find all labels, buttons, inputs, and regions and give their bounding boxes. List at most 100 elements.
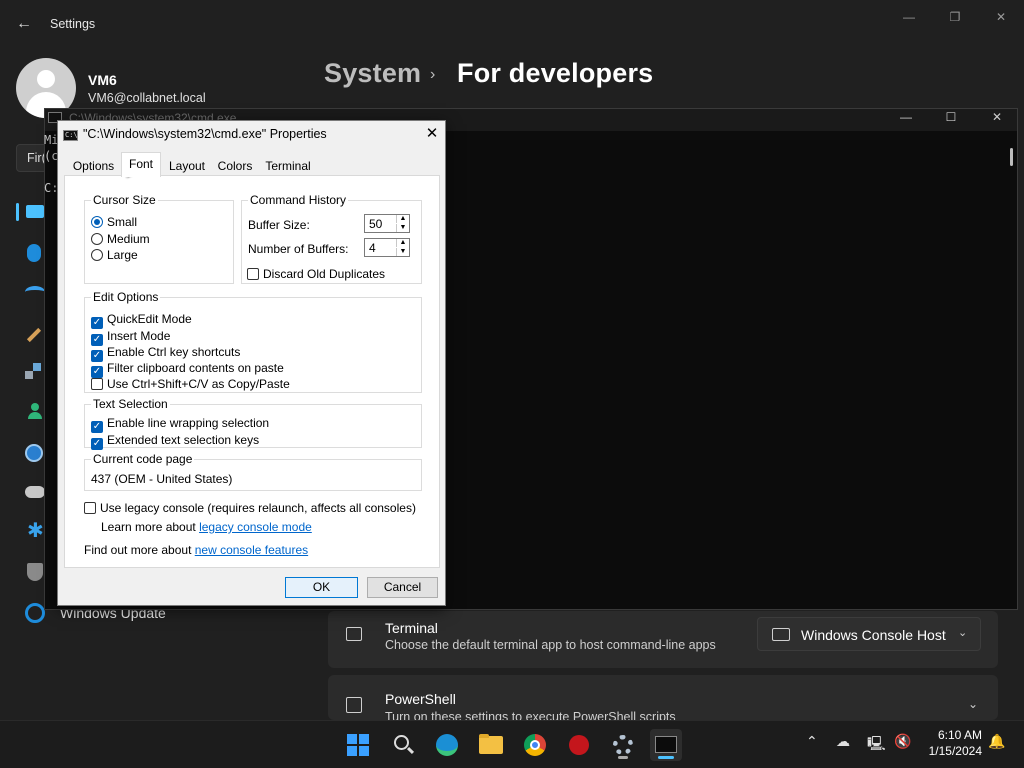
options-tab-panel: Cursor Size Small Medium Large Command H… [64,175,440,568]
cmd-maximize-icon[interactable]: ☐ [940,108,962,126]
legacy-learn-prefix: Learn more about [101,520,200,534]
discard-duplicates-checkbox[interactable]: Discard Old Duplicates [247,267,385,281]
filter-clipboard-label: Filter clipboard contents on paste [107,361,284,375]
minimize-icon[interactable]: — [898,8,920,26]
quickedit-checkbox[interactable]: ✓ QuickEdit Mode [91,312,192,329]
insert-mode-label: Insert Mode [107,329,171,343]
find-setting-text: Fir( [27,151,46,165]
start-icon[interactable] [342,729,374,761]
checkmark-icon: ✓ [91,438,103,450]
command-history-group: Command History Buffer Size: 50 ▲ ▼ Numb… [241,193,422,284]
accessibility-icon[interactable]: ✱ [27,521,44,541]
spin-up-icon[interactable]: ▲ [396,239,409,247]
extended-selection-checkbox[interactable]: ✓ Extended text selection keys [91,433,259,450]
page-title: For developers [457,58,654,88]
tab-colors[interactable]: Colors [214,154,256,176]
edit-options-group: Edit Options ✓ QuickEdit Mode ✓ Insert Mod… [84,290,422,393]
edge-icon[interactable] [431,729,463,761]
apps-icon[interactable] [25,363,43,381]
back-arrow-icon[interactable]: ← [14,14,34,34]
notification-bell-icon[interactable]: 🔔 [988,733,1005,750]
bug-app-icon[interactable] [563,729,595,761]
tab-terminal[interactable]: Terminal [263,154,313,176]
cursor-small-radio[interactable]: Small [91,215,137,229]
expand-chevron-icon[interactable]: ⌄ [968,697,978,711]
windows-update-icon[interactable] [25,603,45,623]
checkbox-unchecked-icon [247,268,259,280]
radio-icon [91,249,103,261]
volume-muted-icon[interactable]: 🔇 [894,733,911,750]
filter-clipboard-checkbox[interactable]: ✓ Filter clipboard contents on paste [91,361,284,378]
dialog-title: "C:\Windows\system32\cmd.exe" Properties [83,127,327,141]
settings-icon[interactable] [607,729,639,761]
cancel-button[interactable]: Cancel [367,577,438,598]
cursor-large-radio[interactable]: Large [91,248,138,262]
text-selection-group: Text Selection ✓ Enable line wrapping sel… [84,397,422,450]
gaming-icon[interactable] [25,486,45,498]
powershell-setting-card[interactable]: PowerShell Turn on these settings to exe… [328,675,998,724]
command-history-label: Command History [248,193,349,207]
chrome-icon[interactable] [519,729,551,761]
find-out-more: Find out more about new console features [84,543,308,557]
tab-font[interactable]: Font [121,152,161,177]
new-console-features-link[interactable]: new console features [195,543,308,557]
time-language-icon[interactable] [25,444,43,462]
legacy-console-checkbox[interactable]: Use legacy console (requires relaunch, a… [84,501,416,515]
privacy-security-icon[interactable] [27,563,43,581]
code-page-group: Current code page 437 (OEM - United Stat… [84,452,422,491]
dialog-close-icon[interactable]: ✕ [422,124,442,144]
ctrl-shortcuts-checkbox[interactable]: ✓ Enable Ctrl key shortcuts [91,345,240,362]
ctrl-shift-cv-label: Use Ctrl+Shift+C/V as Copy/Paste [107,377,290,391]
sidebar-selected-indicator [16,203,19,221]
cursor-medium-radio[interactable]: Medium [91,232,150,246]
terminal-icon[interactable] [650,729,682,761]
checkmark-icon: ✓ [91,317,103,329]
cmd-close-icon[interactable]: ✕ [986,108,1008,126]
text-selection-label: Text Selection [91,397,170,411]
terminal-card-icon [346,627,362,641]
taskbar-clock[interactable]: 6:10 AM 1/15/2024 [920,728,982,758]
line-wrap-selection-label: Enable line wrapping selection [107,416,270,430]
spin-up-icon[interactable]: ▲ [396,215,409,223]
quickedit-label: QuickEdit Mode [107,312,192,326]
cursor-medium-label: Medium [107,232,150,246]
tab-options[interactable]: Options [69,154,118,176]
close-icon[interactable]: ✕ [990,8,1012,26]
buffer-size-stepper[interactable]: 50 ▲ ▼ [364,214,410,233]
checkbox-unchecked-icon [91,378,103,390]
num-buffers-stepper[interactable]: 4 ▲ ▼ [364,238,410,257]
system-icon[interactable] [26,205,44,218]
buffer-size-label: Buffer Size: [248,218,310,232]
spin-down-icon[interactable]: ▼ [396,224,409,232]
tab-layout[interactable]: Layout [166,154,208,176]
bluetooth-icon[interactable] [27,244,41,262]
default-terminal-dropdown[interactable]: Windows Console Host ⌄ [757,617,981,651]
num-buffers-label: Number of Buffers: [248,242,349,256]
cloud-offline-icon[interactable]: ☁ [836,733,850,750]
edit-options-label: Edit Options [91,290,161,304]
wifi-icon[interactable] [25,286,45,298]
restore-icon[interactable]: ❐ [944,8,966,26]
file-explorer-icon[interactable] [475,729,507,761]
breadcrumb-parent[interactable]: System [324,58,421,89]
show-hidden-icons-icon[interactable]: ⌃ [806,733,818,750]
network-icon[interactable]: 🖳 [867,733,886,757]
insert-mode-checkbox[interactable]: ✓ Insert Mode [91,329,170,346]
cmd-minimize-icon[interactable]: — [895,108,917,126]
spin-down-icon[interactable]: ▼ [396,248,409,256]
ctrl-shift-cv-checkbox[interactable]: Use Ctrl+Shift+C/V as Copy/Paste [91,377,290,391]
legacy-learn-more: Learn more about legacy console mode [101,520,312,534]
personalization-icon[interactable] [26,327,42,343]
buffer-size-value: 50 [369,217,383,231]
line-wrap-selection-checkbox[interactable]: ✓ Enable line wrapping selection [91,416,269,433]
accounts-icon[interactable] [28,403,42,419]
legacy-console-mode-link[interactable]: legacy console mode [199,520,312,534]
ok-button[interactable]: OK [285,577,358,598]
cursor-size-group: Cursor Size Small Medium Large [84,193,234,284]
checkmark-icon: ✓ [91,421,103,433]
powershell-card-title: PowerShell [385,691,456,707]
code-page-label: Current code page [91,452,195,466]
cmd-scrollbar[interactable] [1010,148,1013,166]
chevron-down-icon: ⌄ [958,627,968,639]
search-icon[interactable] [387,729,419,761]
